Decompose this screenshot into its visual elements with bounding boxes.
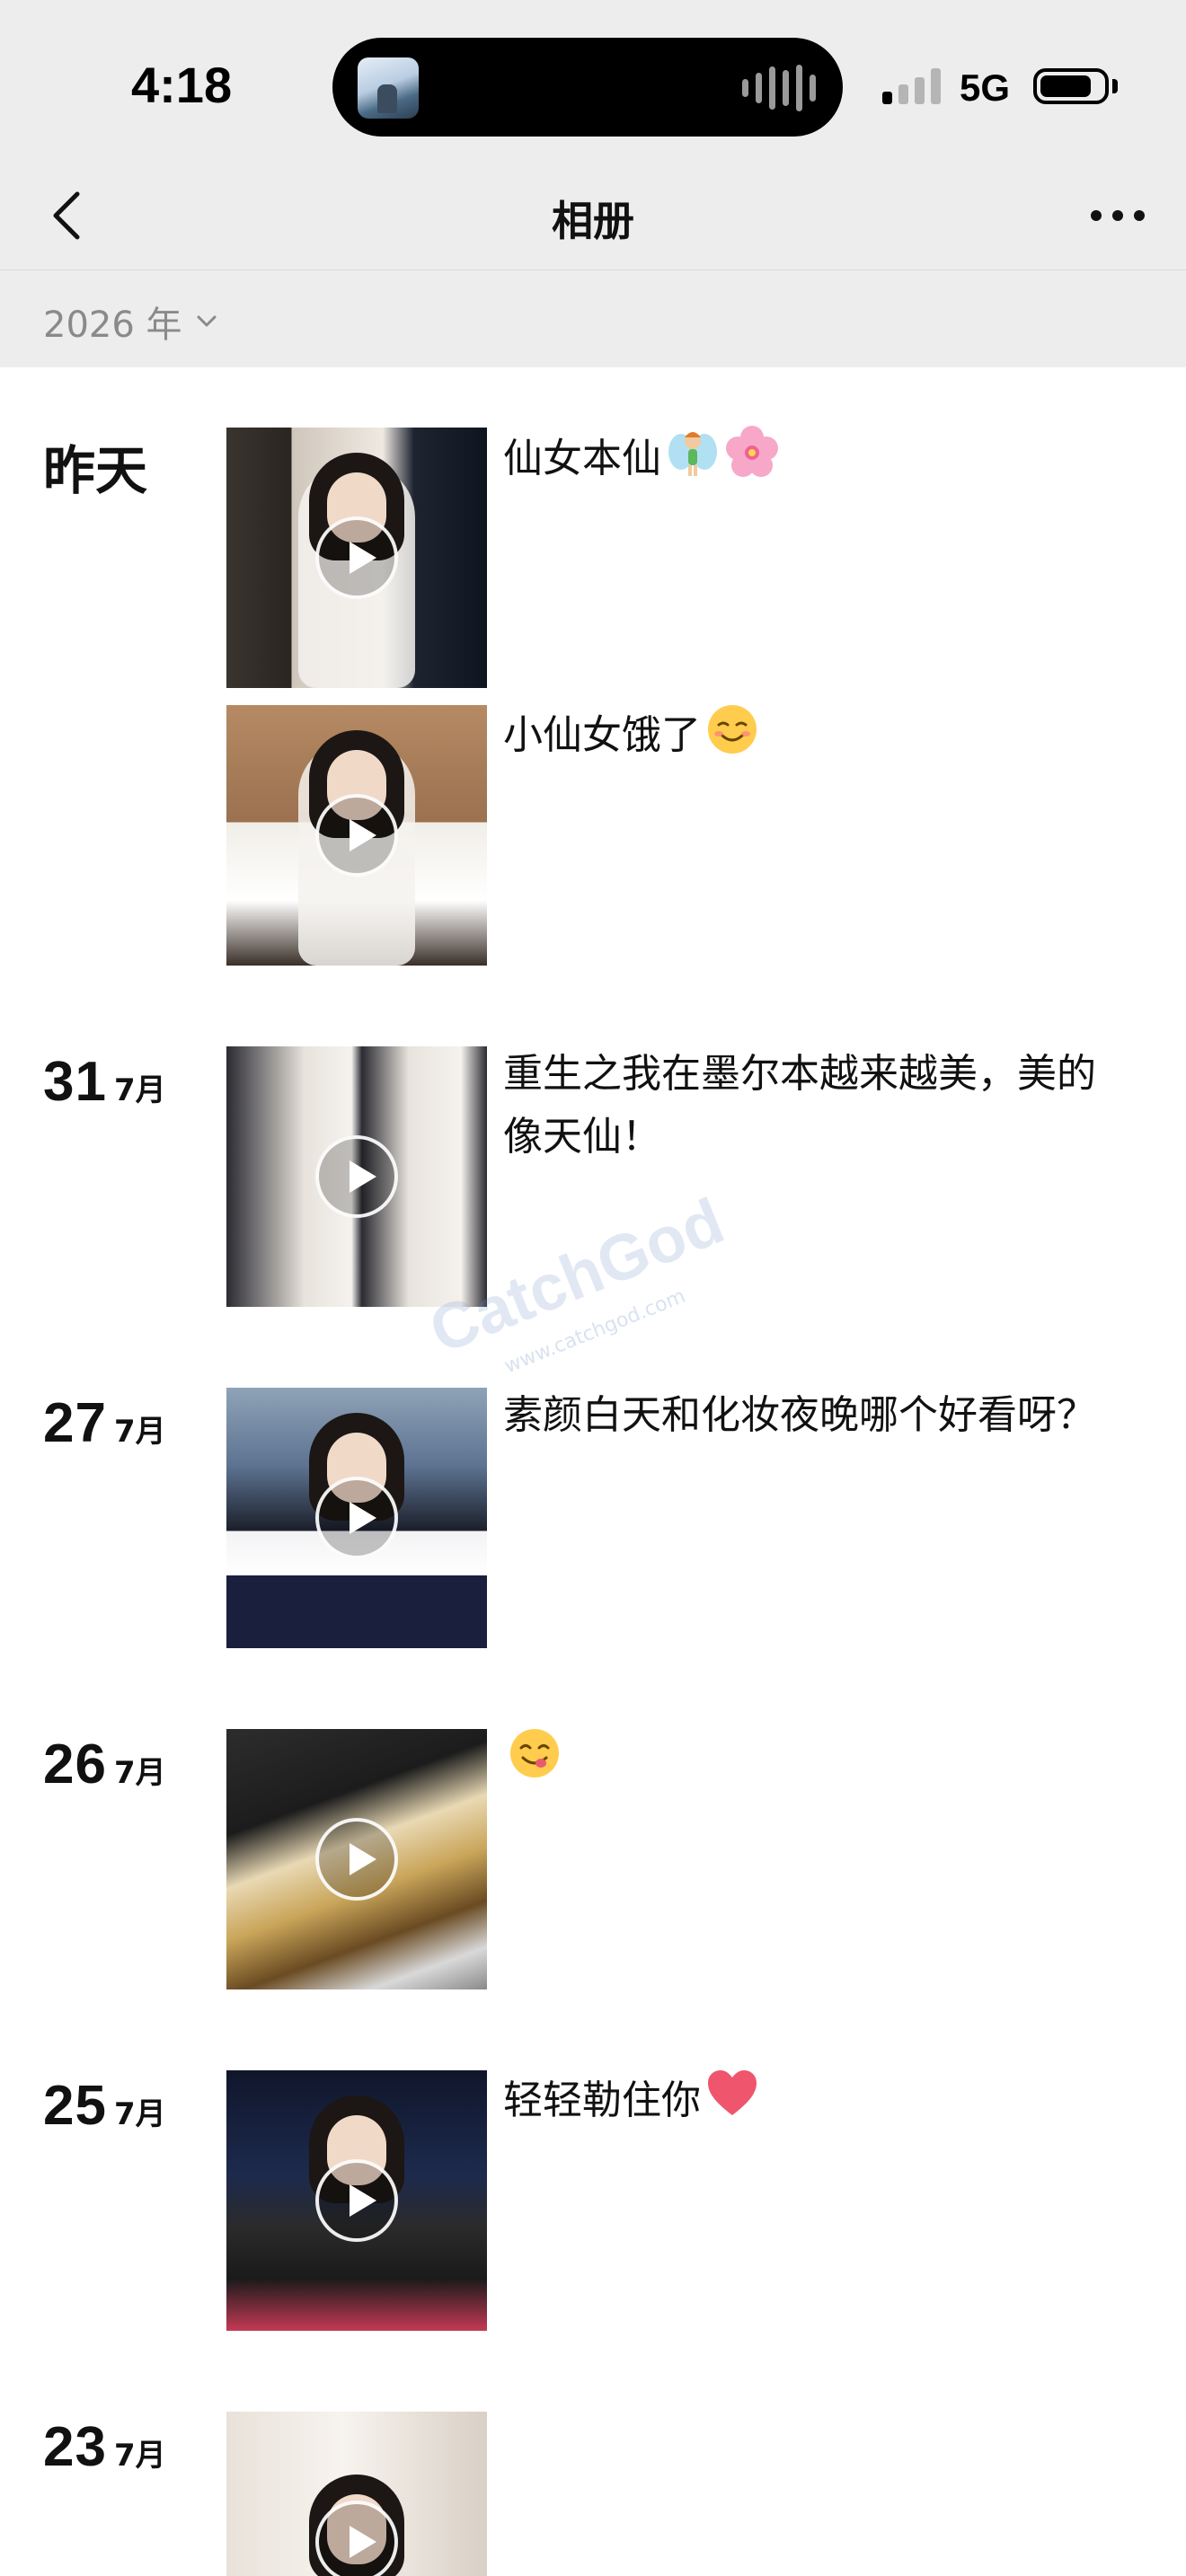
page-title: 相册	[552, 197, 634, 245]
year-filter-label: 2026 年	[43, 304, 182, 346]
post-caption[interactable]: 小仙女饿了	[503, 701, 1132, 776]
date-day: 25	[43, 2075, 107, 2137]
date-label: 27 7月	[43, 1391, 166, 1455]
date-label: 昨天	[43, 428, 147, 504]
more-button[interactable]	[1082, 189, 1154, 243]
play-icon	[315, 794, 398, 877]
filter-bar: 2026 年	[0, 270, 1186, 367]
battery-cap	[1112, 79, 1118, 93]
post-caption[interactable]: 素颜白天和化妆夜晚哪个好看呀？	[503, 1384, 1096, 1447]
date-month: 7月	[113, 2438, 166, 2474]
audio-waveform-icon	[742, 65, 816, 111]
caption-text: 素颜白天和化妆夜晚哪个好看呀？	[503, 1392, 1096, 1438]
video-thumbnail[interactable]	[226, 1729, 487, 1989]
play-icon	[315, 2501, 398, 2576]
caption-text: 仙女本仙	[503, 436, 661, 481]
status-time: 4:18	[131, 57, 233, 113]
date-day: 23	[43, 2416, 107, 2478]
smiling-relieved-emoji	[704, 701, 760, 776]
caption-text: 轻轻勒住你	[503, 2078, 701, 2123]
dynamic-island[interactable]	[332, 38, 843, 137]
date-label: 25 7月	[43, 2074, 166, 2138]
album-page: 4:18 5G 相册 2026 年 昨天 仙女本仙 小仙女饿了 31 7月 重生…	[0, 0, 1186, 2576]
play-icon	[315, 1818, 398, 1901]
video-thumbnail[interactable]	[226, 705, 487, 966]
date-day: 31	[43, 1051, 107, 1113]
caption-text: 重生之我在墨尔本越来越美，美的像天仙！	[503, 1051, 1096, 1160]
now-playing-thumbnail	[358, 57, 419, 119]
date-label: 26 7月	[43, 1733, 166, 1796]
ellipsis-icon	[1091, 210, 1145, 221]
status-bar: 4:18 5G	[0, 0, 1186, 162]
video-thumbnail[interactable]	[226, 428, 487, 688]
date-day: 27	[43, 1392, 107, 1454]
date-label: 31 7月	[43, 1050, 166, 1114]
date-month: 7月	[113, 1755, 166, 1791]
year-filter-dropdown[interactable]: 2026 年	[43, 296, 220, 348]
play-icon	[315, 2159, 398, 2242]
date-day: 26	[43, 1734, 107, 1795]
nav-bar: 相册	[0, 162, 1186, 270]
fairy-emoji	[665, 425, 721, 499]
video-thumbnail[interactable]	[226, 2412, 487, 2576]
date-day: 昨天	[43, 440, 148, 501]
date-label: 23 7月	[43, 2415, 166, 2479]
play-icon	[315, 1477, 398, 1559]
cellular-signal-icon	[882, 66, 941, 104]
battery-icon	[1033, 68, 1109, 104]
post-caption[interactable]: 仙女本仙	[503, 425, 1132, 499]
post-caption[interactable]: 轻轻勒住你	[503, 2067, 1132, 2141]
post-caption[interactable]: 重生之我在墨尔本越来越美，美的像天仙！	[503, 1043, 1096, 1169]
date-month: 7月	[113, 2096, 166, 2132]
album-feed: 昨天 仙女本仙 小仙女饿了 31 7月 重生之我在墨尔本越来越美，美的像天仙！ …	[0, 367, 1186, 2576]
network-type: 5G	[960, 66, 1011, 109]
chevron-down-icon	[197, 315, 217, 327]
play-icon	[315, 1135, 398, 1218]
play-icon	[315, 516, 398, 599]
yum-face-emoji	[507, 1725, 562, 1800]
red-heart-emoji	[704, 2067, 760, 2141]
date-month: 7月	[113, 1414, 166, 1450]
date-month: 7月	[113, 1072, 166, 1108]
video-thumbnail[interactable]	[226, 1388, 487, 1648]
cherry-blossom-emoji	[724, 425, 780, 499]
video-thumbnail[interactable]	[226, 2070, 487, 2331]
caption-text: 小仙女饿了	[503, 712, 701, 758]
video-thumbnail[interactable]	[226, 1046, 487, 1307]
post-caption[interactable]	[503, 1725, 1132, 1800]
